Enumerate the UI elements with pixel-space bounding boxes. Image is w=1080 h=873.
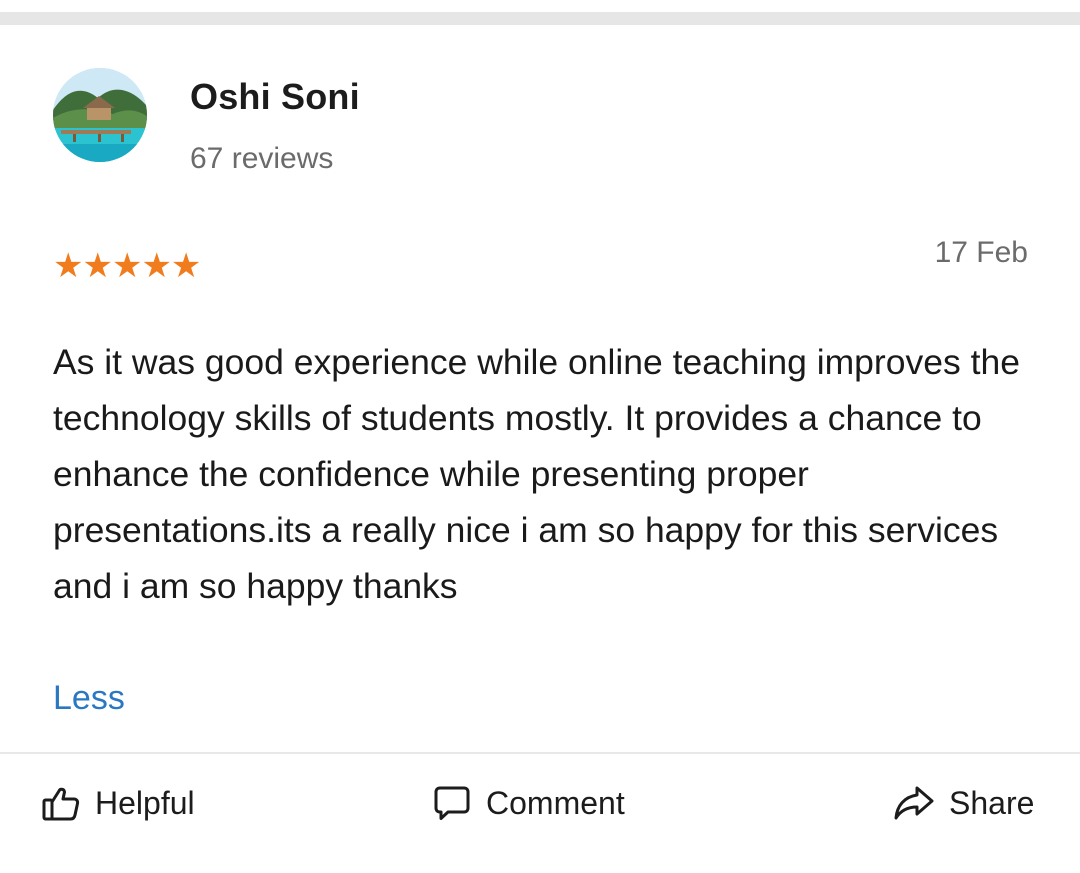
star-rating: ★★★★★ xyxy=(53,247,201,285)
less-link[interactable]: Less xyxy=(53,676,125,720)
avatar[interactable] xyxy=(53,68,147,162)
share-button[interactable]: Share xyxy=(893,781,1034,825)
helpful-button[interactable]: Helpful xyxy=(41,781,195,825)
review-date: 17 Feb xyxy=(934,236,1028,269)
review-count: 67 reviews xyxy=(190,142,334,175)
thumbs-up-icon xyxy=(41,783,81,823)
avatar-image xyxy=(53,68,147,162)
actions-divider xyxy=(0,752,1080,754)
share-icon xyxy=(893,783,935,823)
top-divider-bar xyxy=(0,12,1080,25)
helpful-label: Helpful xyxy=(95,784,195,821)
reviewer-name[interactable]: Oshi Soni xyxy=(190,76,360,118)
comment-icon xyxy=(432,783,472,823)
comment-button[interactable]: Comment xyxy=(432,781,625,825)
share-label: Share xyxy=(949,784,1035,821)
review-text: As it was good experience while online t… xyxy=(53,342,1020,606)
comment-label: Comment xyxy=(486,784,625,821)
